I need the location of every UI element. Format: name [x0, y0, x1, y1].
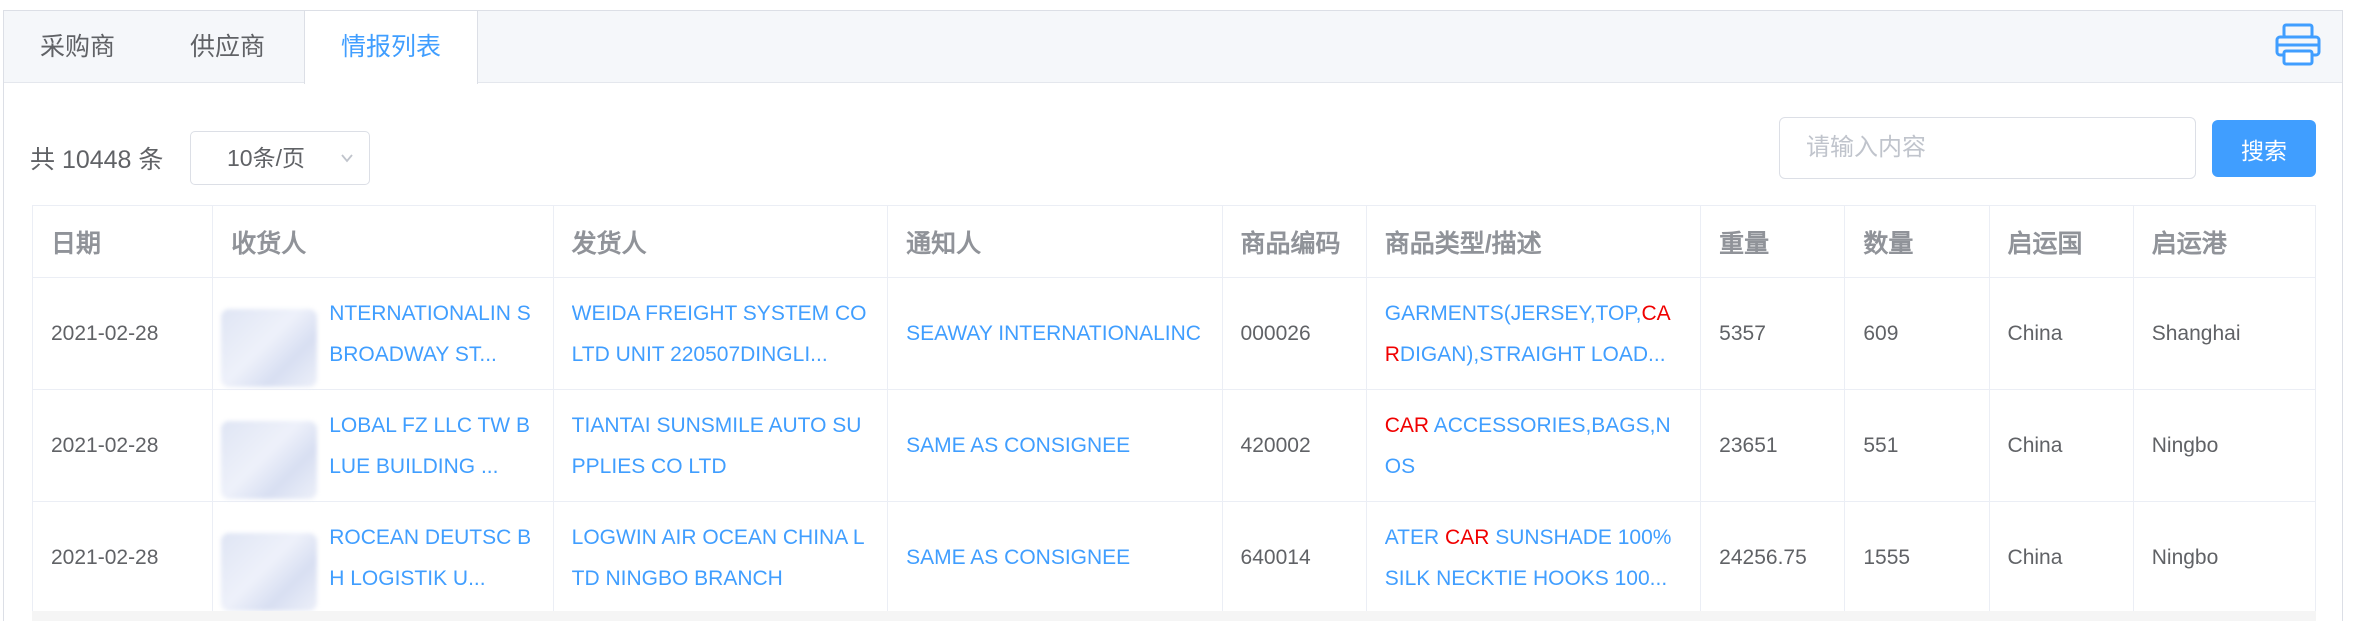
- table-row[interactable]: 2021-02-28 LOBAL FZ LLC TW BLUE BUILDING…: [31, 389, 2317, 502]
- cell-consignee[interactable]: LOBAL FZ LLC TW BLUE BUILDING ...: [212, 389, 554, 502]
- cell-weight: 24256.75: [1700, 501, 1846, 614]
- cell-date: 2021-02-28: [31, 389, 214, 502]
- notify-link[interactable]: SAME AS CONSIGNEE: [906, 425, 1203, 466]
- search-input[interactable]: [1779, 117, 2196, 179]
- col-shipper: 发货人: [552, 205, 889, 278]
- cell-description[interactable]: ATER CAR SUNSHADE 100% SILK NECKTIE HOOK…: [1365, 501, 1702, 614]
- notify-link[interactable]: SAME AS CONSIGNEE: [906, 537, 1203, 578]
- cell-origin-port: Ningbo: [2132, 501, 2317, 614]
- desc-text: GARMENTS(JERSEY,TOP,: [1384, 301, 1642, 325]
- page-size-value: 10条/页: [227, 145, 305, 171]
- shipper-link[interactable]: LOGWIN AIR OCEAN CHINA LTD NINGBO BRANCH: [572, 517, 869, 599]
- printer-icon[interactable]: [2274, 23, 2322, 67]
- cell-description[interactable]: GARMENTS(JERSEY,TOP,CARDIGAN),STRAIGHT L…: [1365, 277, 1702, 390]
- chevron-down-icon: [341, 154, 353, 163]
- cell-date: 2021-02-28: [31, 501, 214, 614]
- cell-shipper[interactable]: WEIDA FREIGHT SYSTEM CO LTD UNIT 220507D…: [552, 277, 889, 390]
- col-consignee: 收货人: [212, 205, 554, 278]
- cell-hs-code: 640014: [1221, 501, 1367, 614]
- cell-notify[interactable]: SAME AS CONSIGNEE: [887, 501, 1223, 614]
- cell-notify[interactable]: SEAWAY INTERNATIONALINC: [887, 277, 1223, 390]
- cell-weight: 23651: [1700, 389, 1846, 502]
- table-row[interactable]: 2021-02-28 NTERNATIONALIN S BROADWAY ST.…: [31, 277, 2317, 390]
- shipper-link[interactable]: TIANTAI SUNSMILE AUTO SUPPLIES CO LTD: [572, 405, 869, 487]
- cell-hs-code: 000026: [1221, 277, 1367, 390]
- horizontal-scrollbar[interactable]: [32, 611, 2316, 621]
- desc-highlight: CAR: [1445, 525, 1490, 549]
- cell-shipper[interactable]: LOGWIN AIR OCEAN CHINA LTD NINGBO BRANCH: [552, 501, 889, 614]
- cell-origin-port: Ningbo: [2132, 389, 2317, 502]
- cell-date: 2021-02-28: [31, 277, 214, 390]
- desc-text: ATER: [1384, 525, 1446, 549]
- intel-table: 日期 收货人 发货人 通知人 商品编码 商品类型/描述 重量 数量 启运国 启运…: [31, 205, 2317, 614]
- cell-shipper[interactable]: TIANTAI SUNSMILE AUTO SUPPLIES CO LTD: [552, 389, 889, 502]
- redaction-blur: [221, 420, 318, 499]
- table-row[interactable]: 2021-02-28 ROCEAN DEUTSC BH LOGISTIK U..…: [31, 501, 2317, 614]
- description-link[interactable]: GARMENTS(JERSEY,TOP,CARDIGAN),STRAIGHT L…: [1385, 293, 1682, 375]
- cell-origin-port: Shanghai: [2132, 277, 2317, 390]
- col-weight: 重量: [1700, 205, 1846, 278]
- cell-consignee[interactable]: ROCEAN DEUTSC BH LOGISTIK U...: [212, 501, 554, 614]
- cell-quantity: 1555: [1844, 501, 1990, 614]
- cell-quantity: 551: [1844, 389, 1990, 502]
- cell-origin-country: China: [1988, 501, 2134, 614]
- cell-description[interactable]: CAR ACCESSORIES,BAGS,NOS: [1365, 389, 1702, 502]
- col-origin-country: 启运国: [1988, 205, 2134, 278]
- table-header-row: 日期 收货人 发货人 通知人 商品编码 商品类型/描述 重量 数量 启运国 启运…: [31, 205, 2317, 278]
- redaction-blur: [221, 532, 318, 611]
- page-size-select[interactable]: 10条/页: [190, 131, 370, 185]
- col-notify: 通知人: [887, 205, 1223, 278]
- notify-link[interactable]: SEAWAY INTERNATIONALINC: [906, 313, 1203, 354]
- description-link[interactable]: ATER CAR SUNSHADE 100% SILK NECKTIE HOOK…: [1385, 517, 1682, 599]
- cell-origin-country: China: [1988, 277, 2134, 390]
- cell-consignee[interactable]: NTERNATIONALIN S BROADWAY ST...: [212, 277, 554, 390]
- shipper-link[interactable]: WEIDA FREIGHT SYSTEM CO LTD UNIT 220507D…: [572, 293, 869, 375]
- tab-bar: 采购商 供应商 情报列表: [4, 11, 2342, 84]
- cell-hs-code: 420002: [1221, 389, 1367, 502]
- description-link[interactable]: CAR ACCESSORIES,BAGS,NOS: [1385, 405, 1682, 487]
- col-date: 日期: [31, 205, 214, 278]
- redaction-blur: [221, 308, 318, 387]
- col-description: 商品类型/描述: [1365, 205, 1702, 278]
- search-button[interactable]: 搜索: [2212, 120, 2316, 177]
- col-quantity: 数量: [1844, 205, 1990, 278]
- desc-highlight: CAR: [1384, 413, 1430, 437]
- tab-suppliers[interactable]: 供应商: [154, 11, 301, 83]
- col-hs-code: 商品编码: [1221, 205, 1367, 278]
- cell-notify[interactable]: SAME AS CONSIGNEE: [887, 389, 1223, 502]
- cell-weight: 5357: [1700, 277, 1846, 390]
- tab-intel-list[interactable]: 情报列表: [304, 11, 479, 84]
- cell-origin-country: China: [1988, 389, 2134, 502]
- desc-text: DIGAN),STRAIGHT LOAD...: [1399, 342, 1666, 366]
- col-origin-port: 启运港: [2132, 205, 2317, 278]
- cell-quantity: 609: [1844, 277, 1990, 390]
- total-count: 共 10448 条: [30, 146, 164, 174]
- tab-buyers[interactable]: 采购商: [4, 11, 151, 83]
